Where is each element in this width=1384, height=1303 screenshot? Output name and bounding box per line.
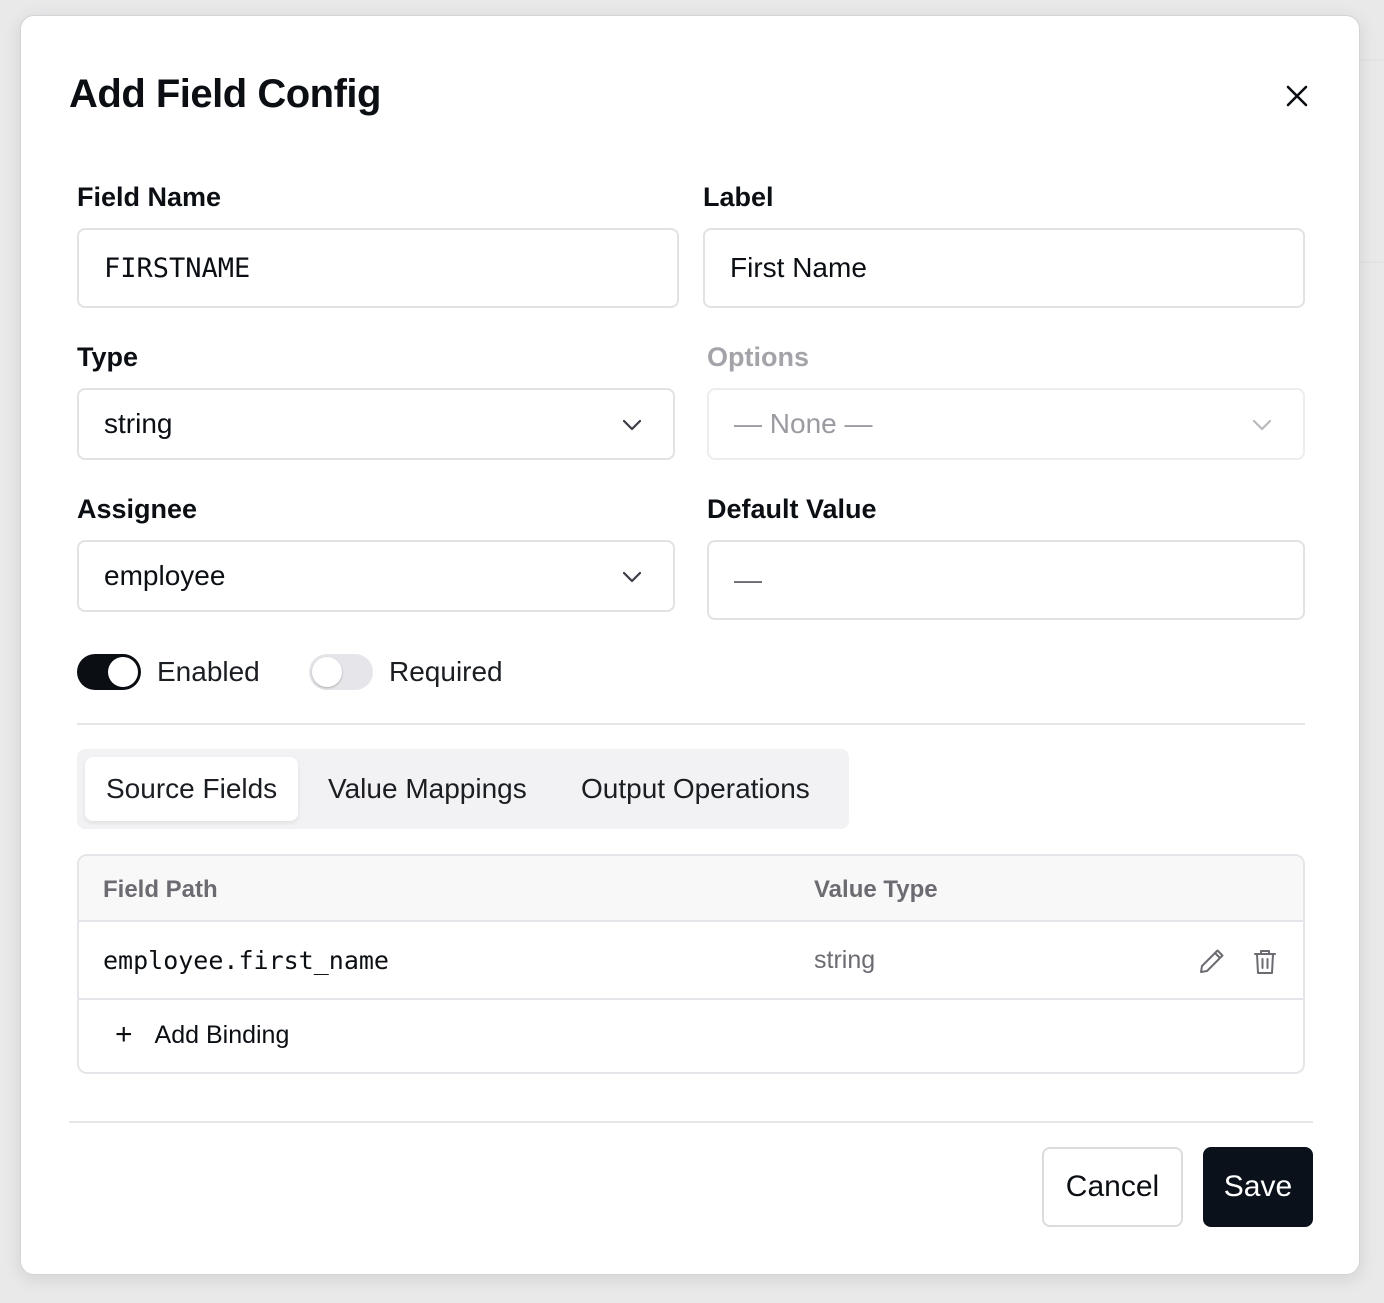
- pencil-icon[interactable]: [1197, 946, 1227, 976]
- required-toggle[interactable]: [309, 654, 373, 690]
- assignee-label: Assignee: [77, 494, 198, 524]
- options-label: Options: [707, 342, 809, 372]
- field-name-label: Field Name: [77, 182, 222, 212]
- required-label: Required: [389, 656, 503, 687]
- save-button[interactable]: Save: [1203, 1147, 1313, 1227]
- toggle-knob: [312, 657, 342, 687]
- chevron-down-icon: [622, 571, 642, 583]
- close-icon: [1286, 85, 1308, 107]
- section-divider: [77, 723, 1305, 725]
- column-header-field-path: Field Path: [103, 876, 218, 903]
- default-value-input[interactable]: —: [707, 540, 1305, 620]
- label-input[interactable]: First Name: [703, 228, 1305, 308]
- chevron-down-icon: [1252, 419, 1272, 431]
- add-field-config-dialog: Add Field Config Field Name FIRSTNAME La…: [20, 15, 1360, 1275]
- options-selected-value: — None —: [734, 408, 873, 439]
- options-select: — None —: [707, 388, 1305, 460]
- enabled-toggle[interactable]: [77, 654, 141, 690]
- add-binding-button[interactable]: + Add Binding: [115, 1020, 289, 1050]
- cancel-button[interactable]: Cancel: [1042, 1147, 1183, 1227]
- plus-icon: +: [115, 1018, 133, 1051]
- type-select[interactable]: string: [77, 388, 675, 460]
- type-label: Type: [77, 342, 139, 372]
- type-selected-value: string: [104, 408, 173, 439]
- add-binding-label: Add Binding: [154, 1020, 290, 1049]
- field-name-input[interactable]: FIRSTNAME: [77, 228, 679, 308]
- table-header: Field Path Value Type: [79, 856, 1303, 922]
- label-field-label: Label: [703, 182, 774, 212]
- field-path-cell: employee.first_name: [103, 946, 389, 975]
- label-value: First Name: [730, 252, 867, 283]
- footer-divider: [69, 1121, 1313, 1123]
- dialog-title: Add Field Config: [69, 72, 381, 116]
- tab-output-operations[interactable]: Output Operations: [560, 757, 831, 821]
- chevron-down-icon: [622, 419, 642, 431]
- close-button[interactable]: [1280, 79, 1314, 113]
- default-value-label: Default Value: [707, 494, 877, 524]
- column-header-value-type: Value Type: [814, 876, 938, 903]
- enabled-label: Enabled: [157, 656, 260, 687]
- trash-icon[interactable]: [1250, 946, 1280, 976]
- source-fields-table: Field Path Value Type employee.first_nam…: [77, 854, 1305, 1074]
- tab-source-fields[interactable]: Source Fields: [85, 757, 299, 821]
- tab-list: Source Fields Value Mappings Output Oper…: [77, 749, 849, 829]
- assignee-select[interactable]: employee: [77, 540, 675, 612]
- assignee-selected-value: employee: [104, 560, 226, 591]
- value-type-cell: string: [814, 946, 876, 974]
- default-value-text: —: [734, 564, 762, 595]
- field-name-value: FIRSTNAME: [104, 252, 251, 284]
- table-row: employee.first_name string: [79, 922, 1303, 1000]
- toggle-knob: [108, 657, 138, 687]
- tab-value-mappings[interactable]: Value Mappings: [307, 757, 548, 821]
